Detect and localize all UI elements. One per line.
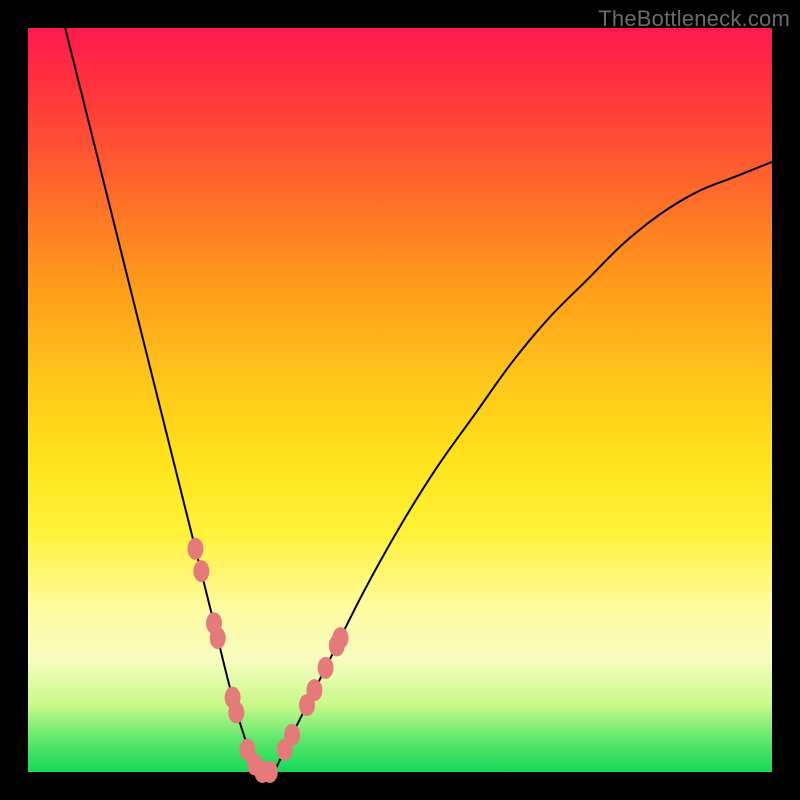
chart-frame: TheBottleneck.com	[0, 0, 800, 800]
bottleneck-curve	[65, 28, 772, 774]
marker-point	[228, 701, 244, 723]
marker-point	[318, 657, 334, 679]
watermark-text: TheBottleneck.com	[598, 6, 790, 32]
curve-svg	[28, 28, 772, 772]
marker-point	[187, 538, 203, 560]
marker-point	[262, 761, 278, 783]
marker-point	[193, 560, 209, 582]
highlight-markers	[187, 538, 348, 783]
marker-point	[332, 627, 348, 649]
marker-point	[210, 627, 226, 649]
marker-point	[284, 724, 300, 746]
marker-point	[306, 679, 322, 701]
plot-area	[28, 28, 772, 772]
